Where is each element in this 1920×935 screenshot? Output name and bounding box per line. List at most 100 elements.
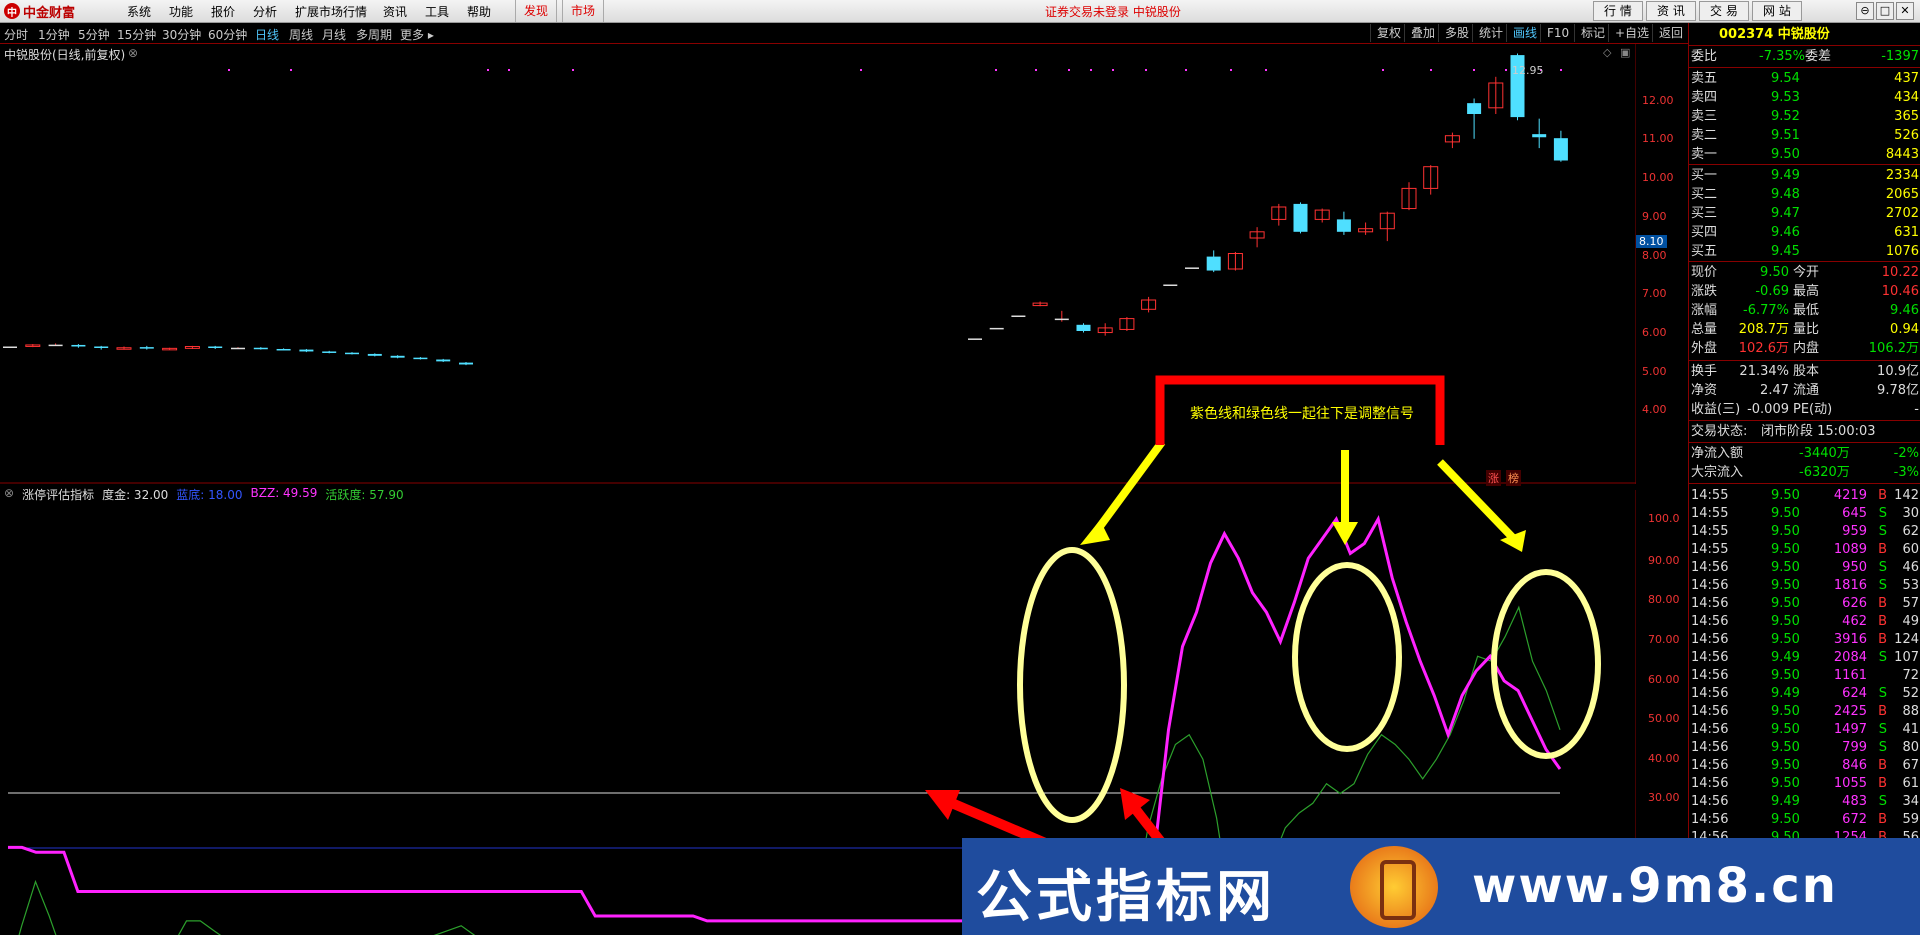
tool-add-favorite[interactable]: +自选 [1608,24,1655,42]
tick-row[interactable]: 14:56 9.50 672 B 59 [1689,810,1920,829]
candle-body [253,347,268,350]
tab-market[interactable]: 市场 [562,0,605,22]
y-tick: 70.00 [1648,633,1680,646]
period-5min[interactable]: 5分钟 [78,26,110,43]
news-button[interactable]: 资 讯 [1646,1,1696,21]
tick-row[interactable]: 14:56 9.50 950 S 46 [1689,558,1920,577]
period-30min[interactable]: 30分钟 [162,26,201,43]
stat-row[interactable]: 涨幅 -6.77% 最低 9.46 [1689,301,1920,320]
period-1min[interactable]: 1分钟 [38,26,70,43]
sell-level-row[interactable]: 卖五 9.54 437 [1689,69,1920,88]
tool-draw-line[interactable]: 画线 [1506,24,1543,42]
maximize-icon[interactable]: □ [1876,2,1894,20]
tick-time: 14:56 [1691,812,1729,827]
tick-row[interactable]: 14:55 9.50 4219 B 142 [1689,486,1920,505]
tick-row[interactable]: 14:56 9.49 483 S 34 [1689,792,1920,811]
period-60min[interactable]: 60分钟 [208,26,247,43]
tick-row[interactable]: 14:56 9.50 1161 72 [1689,666,1920,685]
menu-quote[interactable]: 报价 [211,3,235,20]
tick-row[interactable]: 14:56 9.50 1816 S 53 [1689,576,1920,595]
period-15min[interactable]: 15分钟 [117,26,156,43]
sell-level-row[interactable]: 卖四 9.53 434 [1689,88,1920,107]
period-intraday[interactable]: 分时 [4,26,28,43]
signal-dot [228,69,230,71]
sell-level-row[interactable]: 卖二 9.51 526 [1689,126,1920,145]
tick-row[interactable]: 14:56 9.50 3916 B 124 [1689,630,1920,649]
stat-row[interactable]: 净资 2.47 流通 9.78亿 [1689,381,1920,400]
stat-row[interactable]: 收益(三) -0.009 PE(动) - [1689,400,1920,419]
sell-level-row[interactable]: 卖一 9.50 8443 [1689,145,1920,164]
tick-side: S [1878,740,1887,755]
menu-news[interactable]: 资讯 [383,3,407,20]
minimize-icon[interactable]: ⊖ [1856,2,1874,20]
menu-analysis[interactable]: 分析 [253,3,277,20]
buy-level-row[interactable]: 买四 9.46 631 [1689,223,1920,242]
tool-statistics[interactable]: 统计 [1472,24,1509,42]
stat-value: -0.69 [1755,284,1789,299]
candle-body [208,346,223,348]
stat-row[interactable]: 涨跌 -0.69 最高 10.46 [1689,282,1920,301]
tool-back[interactable]: 返回 [1652,24,1689,42]
tick-row[interactable]: 14:56 9.50 2425 B 88 [1689,702,1920,721]
buy-level-row[interactable]: 买三 9.47 2702 [1689,204,1920,223]
menu-help[interactable]: 帮助 [467,3,491,20]
period-more[interactable]: 更多 ▸ [400,26,434,43]
sell-level-row[interactable]: 卖三 9.52 365 [1689,107,1920,126]
website-button[interactable]: 网 站 [1752,1,1802,21]
level-volume: 2334 [1885,168,1919,183]
flow-row[interactable]: 大宗流入 -6320万 -3% [1689,463,1920,482]
tick-row[interactable]: 14:56 9.50 1497 S 41 [1689,720,1920,739]
level-label: 买五 [1691,244,1718,259]
tick-side: S [1878,650,1887,665]
tick-row[interactable]: 14:56 9.49 2084 S 107 [1689,648,1920,667]
buy-level-row[interactable]: 买二 9.48 2065 [1689,185,1920,204]
menu-system[interactable]: 系统 [127,3,151,20]
tool-mark[interactable]: 标记 [1574,24,1611,42]
tick-row[interactable]: 14:56 9.50 626 B 57 [1689,594,1920,613]
tool-multi-stock[interactable]: 多股 [1438,24,1475,42]
tick-row[interactable]: 14:55 9.50 959 S 62 [1689,522,1920,541]
tick-side: S [1878,524,1887,539]
flow-row[interactable]: 净流入额 -3440万 -2% [1689,444,1920,463]
close-icon[interactable]: ✕ [1896,2,1914,20]
stat-row[interactable]: 外盘 102.6万 内盘 106.2万 [1689,339,1920,358]
quote-panel: 002374 中锐股份 委比 -7.35% 委差 -1397 卖五 9.54 437… [1688,23,1920,935]
quote-button[interactable]: 行 情 [1593,1,1643,21]
tick-row[interactable]: 14:56 9.49 624 S 52 [1689,684,1920,703]
menu-extended-market[interactable]: 扩展市场行情 [295,3,367,20]
y-tick: 80.00 [1648,593,1680,606]
tick-time: 14:55 [1691,542,1729,557]
stat-row[interactable]: 现价 9.50 今开 10.22 [1689,263,1920,282]
period-monthly[interactable]: 月线 [322,26,346,43]
tick-row[interactable]: 14:56 9.50 799 S 80 [1689,738,1920,757]
menu-tools[interactable]: 工具 [425,3,449,20]
tick-side: S [1878,506,1887,521]
tick-row[interactable]: 14:56 9.50 846 B 67 [1689,756,1920,775]
tick-row[interactable]: 14:56 9.50 1055 B 61 [1689,774,1920,793]
buy-level-row[interactable]: 买五 9.45 1076 [1689,242,1920,261]
y-tick: 40.00 [1648,752,1680,765]
period-multi[interactable]: 多周期 [356,26,392,43]
tool-overlay[interactable]: 叠加 [1404,24,1441,42]
tick-price: 9.50 [1771,578,1800,593]
tool-restore-rights[interactable]: 复权 [1370,24,1407,42]
candle-body [3,346,17,348]
tick-row[interactable]: 14:56 9.50 462 B 49 [1689,612,1920,631]
weibi-label: 委比 [1691,49,1718,64]
period-daily[interactable]: 日线 [255,26,279,43]
buy-level-row[interactable]: 买一 9.49 2334 [1689,166,1920,185]
menu-function[interactable]: 功能 [169,3,193,20]
trade-button[interactable]: 交 易 [1699,1,1749,21]
stat-row[interactable]: 总量 208.7万 量比 0.94 [1689,320,1920,339]
signal-dot [1185,69,1187,71]
tick-side: B [1878,776,1887,791]
tick-row[interactable]: 14:55 9.50 645 S 30 [1689,504,1920,523]
tab-discover[interactable]: 发现 [515,0,558,22]
stat-value: 21.34% [1739,364,1789,379]
tick-row[interactable]: 14:55 9.50 1089 B 60 [1689,540,1920,559]
candle-body [299,349,314,352]
tick-price: 9.50 [1771,560,1800,575]
tool-f10[interactable]: F10 [1540,24,1575,42]
stat-row[interactable]: 换手 21.34% 股本 10.9亿 [1689,362,1920,381]
period-weekly[interactable]: 周线 [289,26,313,43]
